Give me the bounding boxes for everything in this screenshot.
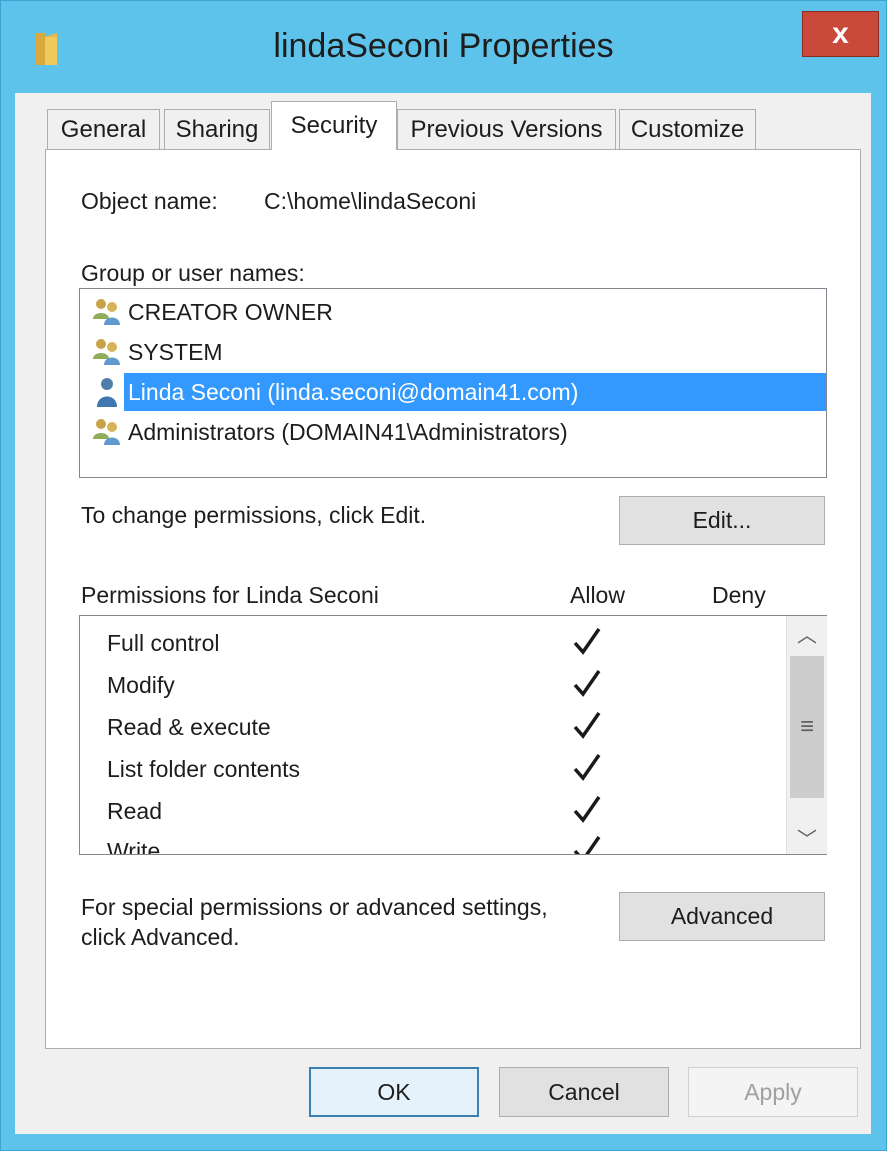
allow-check-icon: [573, 670, 601, 697]
permission-row-write: Write: [80, 830, 786, 854]
user-name: CREATOR OWNER: [128, 298, 333, 325]
permission-name: Write: [107, 838, 161, 854]
permission-row-read-execute: Read & execute: [80, 706, 786, 748]
allow-check-icon: [573, 796, 601, 823]
user-icon: [97, 378, 117, 407]
permission-name: List folder contents: [107, 756, 301, 782]
change-permissions-hint: To change permissions, click Edit.: [81, 502, 427, 528]
cancel-button[interactable]: Cancel: [499, 1067, 669, 1117]
advanced-hint-line2: click Advanced.: [81, 924, 240, 950]
ok-button[interactable]: OK: [309, 1067, 479, 1117]
permission-row-read: Read: [80, 790, 786, 832]
tab-sharing[interactable]: Sharing: [164, 109, 270, 149]
user-name: Administrators (DOMAIN41\Administrators): [128, 418, 568, 445]
permission-row-full-control: Full control: [80, 622, 786, 664]
group-icon: [93, 419, 120, 445]
user-row-creator-owner[interactable]: CREATOR OWNER: [90, 293, 826, 331]
user-name: SYSTEM: [128, 338, 223, 365]
user-row-administrators[interactable]: Administrators (DOMAIN41\Administrators): [90, 413, 826, 451]
advanced-hint-line1: For special permissions or advanced sett…: [81, 894, 548, 920]
permissions-list[interactable]: Full control Modify Read & execute List …: [79, 615, 827, 855]
scroll-down-icon[interactable]: ﹀: [787, 820, 827, 854]
group-icon: [93, 299, 120, 325]
tab-customize[interactable]: Customize: [619, 109, 756, 149]
permissions-for-label: Permissions for Linda Seconi: [81, 582, 379, 608]
properties-window: lindaSeconi Properties x General Sharing…: [0, 0, 887, 1151]
scroll-up-icon[interactable]: ︿: [787, 616, 827, 650]
permission-row-modify: Modify: [80, 664, 786, 706]
allow-check-icon: [573, 628, 601, 655]
tab-security[interactable]: Security: [271, 101, 397, 150]
title-bar[interactable]: lindaSeconi Properties x: [1, 1, 886, 93]
group-icon: [93, 339, 120, 365]
permissions-scrollbar[interactable]: ︿ ≡ ﹀: [786, 616, 827, 854]
object-name-label: Object name:: [81, 188, 218, 214]
scroll-thumb[interactable]: ≡: [790, 656, 824, 798]
permission-name: Read & execute: [107, 714, 271, 740]
security-panel: Object name: C:\home\lindaSeconi Group o…: [45, 149, 861, 1049]
permission-name: Read: [107, 798, 162, 824]
permission-name: Modify: [107, 672, 175, 698]
apply-button[interactable]: Apply: [688, 1067, 858, 1117]
allow-check-icon: [573, 712, 601, 739]
user-name: Linda Seconi (linda.seconi@domain41.com): [128, 378, 579, 405]
deny-column-header: Deny: [712, 582, 766, 608]
group-user-names-label: Group or user names:: [81, 260, 305, 286]
object-name-value: C:\home\lindaSeconi: [264, 188, 477, 214]
dialog-client-area: General Sharing Security Previous Versio…: [15, 93, 871, 1134]
tab-general[interactable]: General: [47, 109, 160, 149]
user-row-linda-seconi[interactable]: Linda Seconi (linda.seconi@domain41.com): [90, 373, 826, 411]
tab-previous-versions[interactable]: Previous Versions: [397, 109, 616, 149]
allow-check-icon: [573, 754, 601, 781]
close-button[interactable]: x: [802, 11, 879, 57]
user-row-system[interactable]: SYSTEM: [90, 333, 826, 371]
permission-name: Full control: [107, 630, 220, 656]
allow-column-header: Allow: [570, 582, 625, 608]
window-title: lindaSeconi Properties: [273, 27, 614, 65]
group-user-listbox[interactable]: CREATOR OWNER SYSTEM Linda Seconi (linda…: [79, 288, 827, 478]
permission-row-list-folder-contents: List folder contents: [80, 748, 786, 790]
allow-check-icon: [573, 836, 601, 854]
advanced-button[interactable]: Advanced: [619, 892, 825, 941]
edit-button[interactable]: Edit...: [619, 496, 825, 545]
